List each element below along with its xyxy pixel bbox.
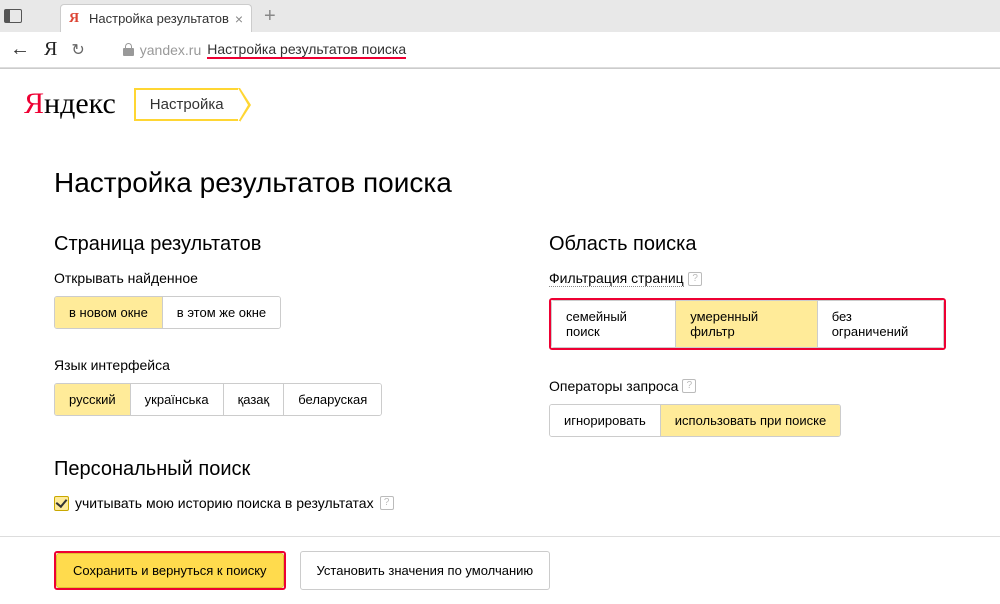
address-bar: ← Я ↻ yandex.ru Настройка результатов по…	[0, 32, 1000, 68]
open-found-same-window[interactable]: в этом же окне	[163, 297, 280, 328]
results-page-heading: Страница результатов	[54, 233, 509, 256]
reset-button[interactable]: Установить значения по умолчанию	[300, 551, 551, 590]
history-checkbox-label: учитывать мою историю поиска в результат…	[75, 495, 374, 511]
header-tab-settings[interactable]: Настройка	[134, 88, 240, 121]
footer: Сохранить и вернуться к поиску Установит…	[0, 536, 1000, 604]
filter-none[interactable]: без ограничений	[818, 300, 944, 348]
personal-search-heading: Персональный поиск	[54, 458, 509, 481]
browser-home-icon[interactable]: Я	[44, 38, 57, 61]
browser-tab[interactable]: Я Настройка результатов ×	[60, 4, 252, 32]
browser-chrome: Я Настройка результатов × + ← Я ↻ yandex…	[0, 0, 1000, 69]
tab-title: Настройка результатов	[89, 11, 229, 26]
ui-lang-russian[interactable]: русский	[55, 384, 131, 415]
save-highlight: Сохранить и вернуться к поиску	[54, 551, 286, 590]
filter-group: семейный поиск умеренный фильтр без огра…	[551, 300, 944, 348]
close-tab-icon[interactable]: ×	[235, 11, 243, 27]
url-page: Настройка результатов поиска	[207, 41, 406, 59]
operators-label: Операторы запроса ?	[549, 378, 946, 394]
page-content: Яндекс Настройка Настройка результатов п…	[0, 69, 1000, 521]
reload-button[interactable]: ↻	[71, 40, 84, 60]
help-icon[interactable]: ?	[688, 272, 702, 286]
history-checkbox[interactable]	[54, 496, 69, 511]
panel-toggle-icon[interactable]	[4, 9, 22, 23]
filter-family[interactable]: семейный поиск	[551, 300, 676, 348]
filter-highlight: семейный поиск умеренный фильтр без огра…	[549, 298, 946, 350]
search-scope-heading: Область поиска	[549, 233, 946, 256]
save-button[interactable]: Сохранить и вернуться к поиску	[56, 553, 284, 588]
url-host: yandex.ru	[140, 42, 201, 58]
open-found-label: Открывать найденное	[54, 270, 509, 286]
help-icon[interactable]: ?	[682, 379, 696, 393]
filter-moderate[interactable]: умеренный фильтр	[676, 300, 817, 348]
tab-bar: Я Настройка результатов × +	[0, 0, 1000, 32]
ui-lang-ukrainian[interactable]: українська	[131, 384, 224, 415]
back-button[interactable]: ←	[10, 38, 30, 61]
page-title: Настройка результатов поиска	[54, 167, 946, 199]
page-header: Яндекс Настройка	[24, 87, 976, 121]
lock-icon	[123, 43, 134, 56]
url-display[interactable]: yandex.ru Настройка результатов поиска	[123, 41, 406, 59]
history-checkbox-row[interactable]: учитывать мою историю поиска в результат…	[54, 495, 509, 511]
operators-ignore[interactable]: игнорировать	[550, 405, 661, 436]
open-found-new-window[interactable]: в новом окне	[55, 297, 163, 328]
operators-use[interactable]: использовать при поиске	[661, 405, 840, 436]
open-found-group: в новом окне в этом же окне	[54, 296, 281, 329]
ui-lang-label: Язык интерфейса	[54, 357, 509, 373]
new-tab-button[interactable]: +	[256, 5, 284, 28]
ui-lang-belarusian[interactable]: беларуская	[284, 384, 381, 415]
help-icon[interactable]: ?	[380, 496, 394, 510]
ui-lang-group: русский українська қазақ беларуская	[54, 383, 382, 416]
filter-label[interactable]: Фильтрация страниц	[549, 270, 684, 287]
yandex-logo[interactable]: Яндекс	[24, 87, 116, 121]
operators-group: игнорировать использовать при поиске	[549, 404, 841, 437]
ui-lang-kazakh[interactable]: қазақ	[224, 384, 285, 415]
yandex-favicon-icon: Я	[69, 12, 83, 26]
